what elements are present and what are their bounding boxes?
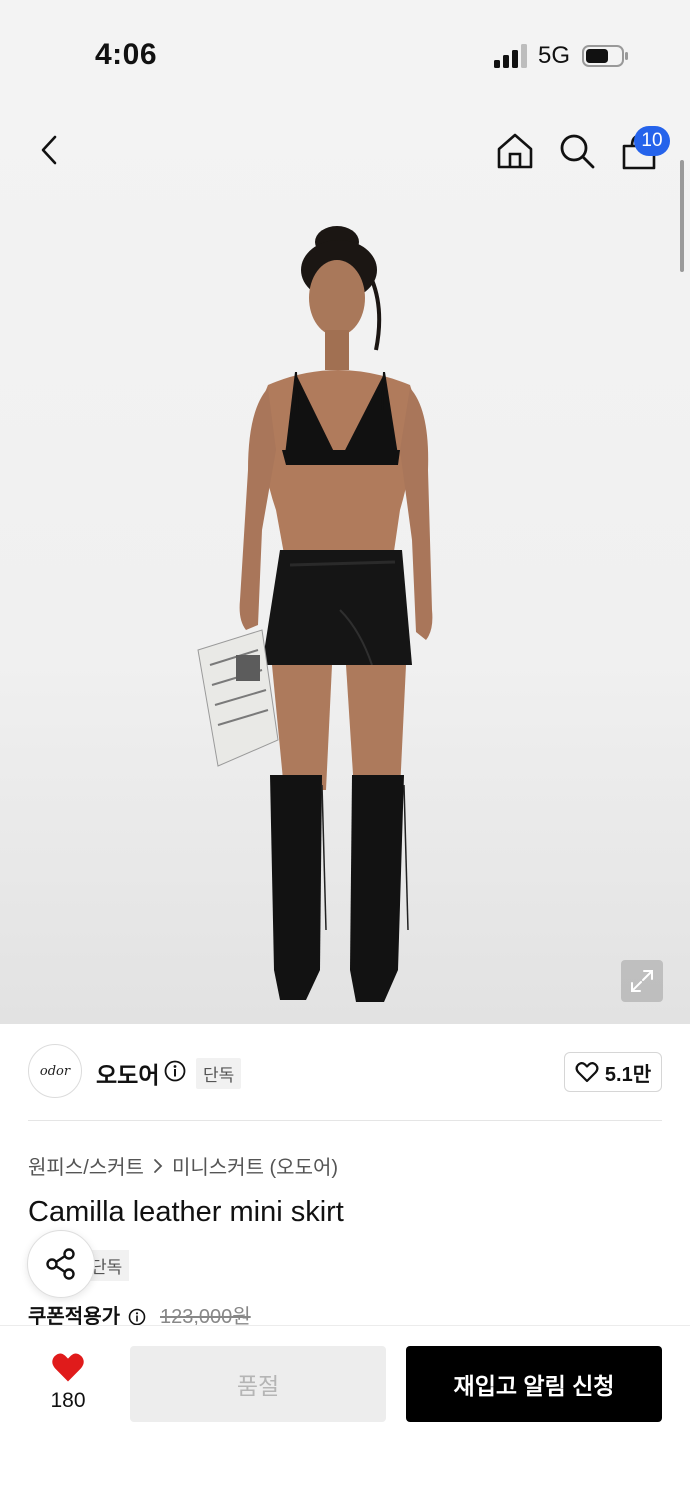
search-icon [560,134,595,169]
breadcrumb-subcategory[interactable]: 미니스커트 (오도어) [172,1151,338,1180]
brand-row: odor 오도어 단독 5.1만 [28,1044,662,1100]
wishlist-count: 180 [50,1389,86,1412]
heart-outline-icon [575,1062,599,1083]
status-bar: 4:06 5G [0,0,690,110]
model-figure [197,226,433,1002]
heart-filled-icon [52,1353,84,1382]
scrollbar[interactable] [680,160,684,272]
breadcrumb-category[interactable]: 원피스/스커트 [28,1151,144,1180]
original-price: 123,000원 [160,1306,251,1326]
cart-count-badge: 10 [634,126,670,156]
expand-image-button[interactable] [621,960,663,1002]
bottom-action-bar: 180 품절 재입고 알림 신청 [0,1325,690,1500]
product-image[interactable] [0,110,690,1024]
brand-like-button[interactable]: 5.1만 [564,1052,662,1092]
chevron-left-icon [41,135,57,165]
share-button[interactable] [27,1230,95,1298]
home-icon [497,133,533,169]
back-button[interactable] [28,128,72,172]
share-icon [46,1248,75,1280]
status-time: 4:06 [95,38,158,71]
expand-icon [631,970,653,992]
brand-like-count: 5.1만 [604,1063,652,1086]
breadcrumb: 원피스/스커트 미니스커트 (오도어) [28,1151,338,1180]
price-row: 쿠폰적용가 123,000원 [28,1304,662,1326]
divider [28,1120,662,1121]
price-info-icon[interactable] [128,1308,146,1326]
info-icon[interactable] [164,1060,186,1082]
network-label: 5G [538,42,571,69]
soldout-button[interactable]: 품절 [130,1346,386,1422]
exclusive-badge: 단독 [196,1058,242,1089]
battery-icon [582,45,628,67]
search-button[interactable] [554,128,600,174]
coupon-price-label: 쿠폰적용가 [28,1306,120,1326]
product-title: Camilla leather mini skirt [28,1196,344,1228]
brand-logo[interactable]: odor [28,1044,82,1098]
restock-alert-button[interactable]: 재입고 알림 신청 [406,1346,662,1422]
brand-name[interactable]: 오도어 [96,1056,159,1090]
wishlist-button[interactable]: 180 [40,1351,96,1421]
cellular-signal-icon [494,44,527,68]
chevron-right-icon [154,1158,163,1173]
home-button[interactable] [492,128,538,174]
